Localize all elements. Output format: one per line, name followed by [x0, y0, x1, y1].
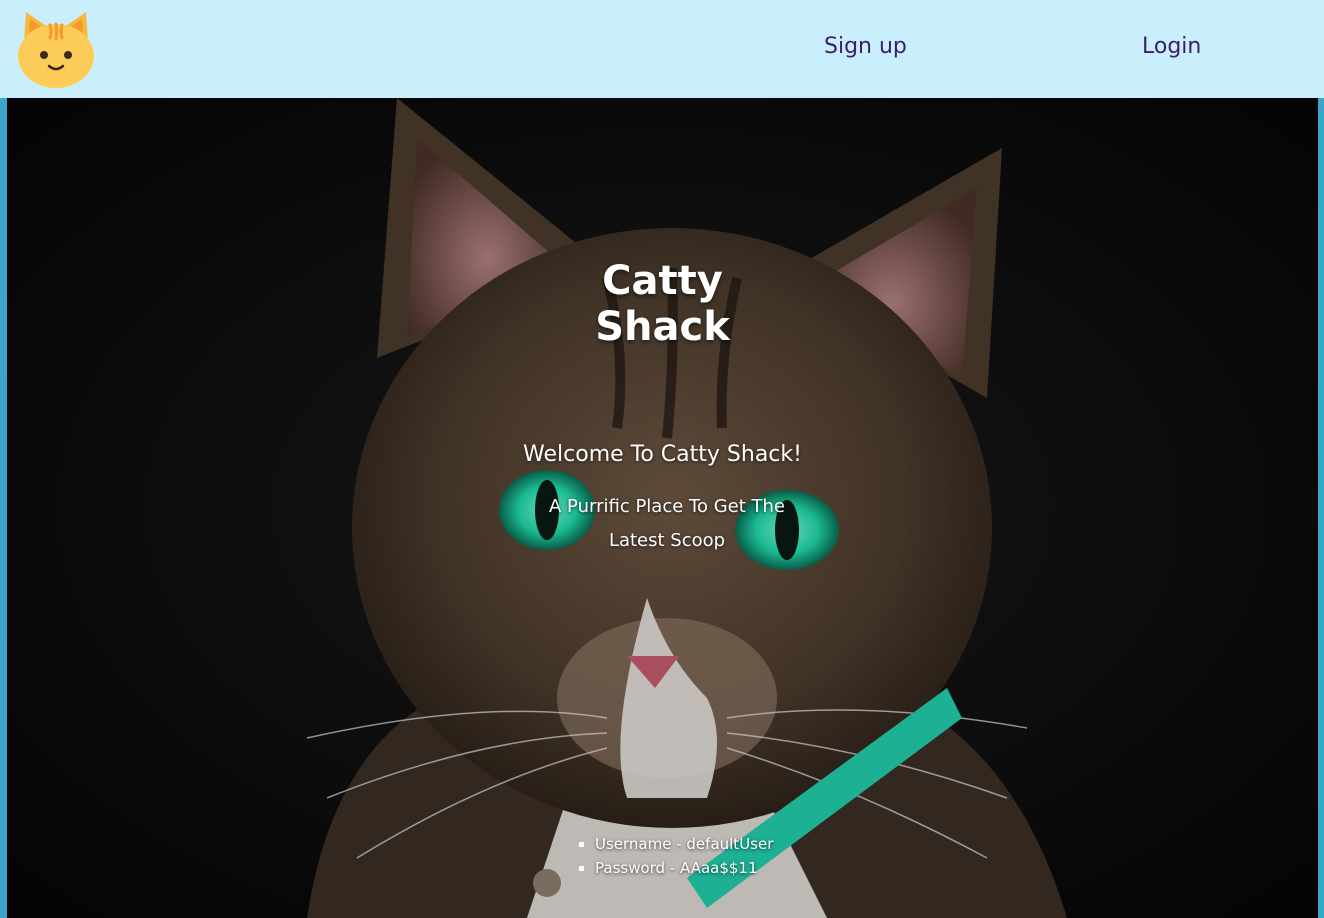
hero-title-line2: Shack — [595, 304, 730, 350]
credential-username: Username - defaultUser — [595, 832, 773, 856]
hero-title: Catty Shack — [7, 258, 1318, 350]
welcome-heading: Welcome To Catty Shack! — [523, 442, 802, 467]
navbar: Sign up Login — [0, 0, 1324, 98]
hero-title-line1: Catty — [602, 258, 723, 304]
credentials-list: Username - defaultUser Password - AAaa$$… — [573, 832, 773, 880]
tagline-text: A Purrific Place To Get The Latest Scoop — [549, 496, 785, 551]
cat-face-icon[interactable] — [16, 8, 96, 88]
credential-password: Password - AAaa$$11 — [595, 856, 773, 880]
hero-section: Catty Shack Welcome To Catty Shack! A Pu… — [7, 98, 1318, 918]
signup-link[interactable]: Sign up — [824, 34, 907, 59]
login-link[interactable]: Login — [1142, 34, 1201, 59]
